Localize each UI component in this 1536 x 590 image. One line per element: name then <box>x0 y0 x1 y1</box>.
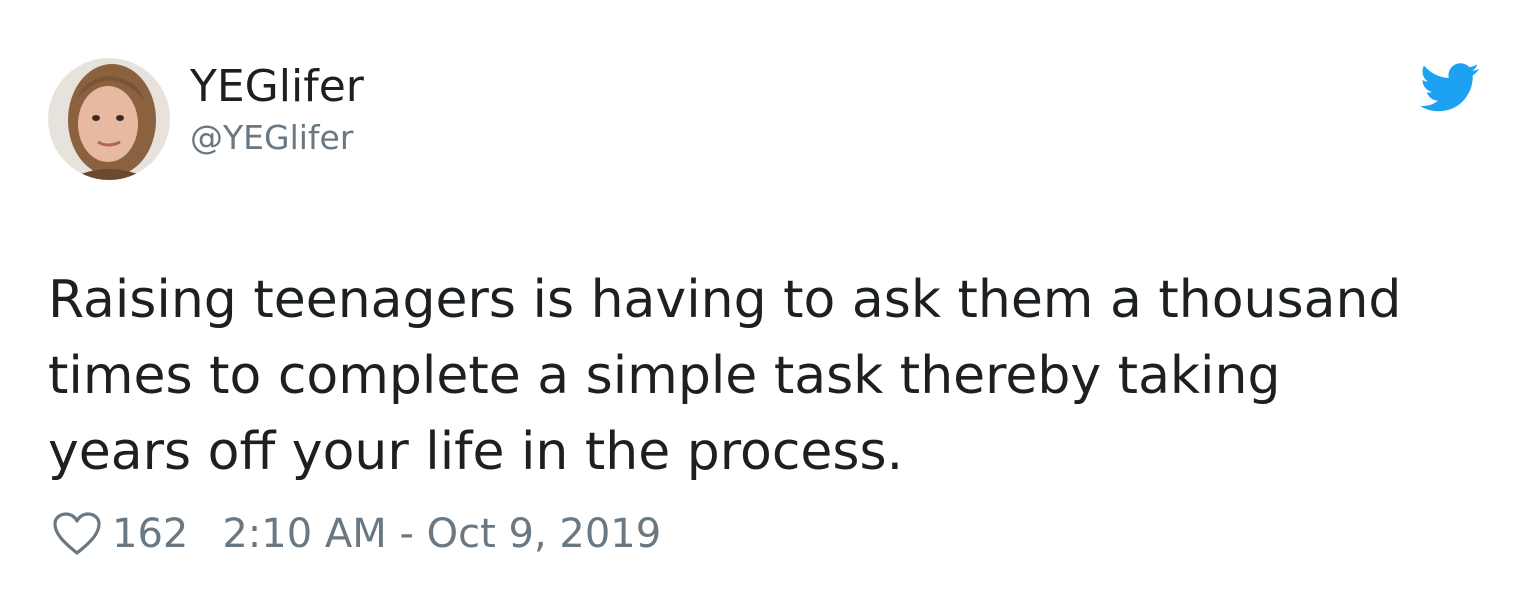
tweet-footer: 162 2:10 AM - Oct 9, 2019 <box>52 506 661 562</box>
heart-icon[interactable] <box>52 511 102 557</box>
twitter-bird-icon[interactable] <box>1420 62 1480 114</box>
tweet-text-line: Raising teenagers is having to ask them … <box>48 270 1402 330</box>
author-display-name[interactable]: YEGlifer <box>190 60 364 114</box>
like-count[interactable]: 162 <box>112 511 188 557</box>
author-handle[interactable]: @YEGlifer <box>190 118 353 158</box>
avatar[interactable] <box>48 58 170 180</box>
tweet-text-line: years off your life in the process. <box>48 422 904 482</box>
tweet-timestamp[interactable]: 2:10 AM - Oct 9, 2019 <box>222 511 661 557</box>
tweet-text: Raising teenagers is having to ask them … <box>48 262 1488 490</box>
tweet-text-line: times to complete a simple task thereby … <box>48 346 1281 406</box>
avatar-photo-icon <box>48 58 170 180</box>
tweet-card: YEGlifer @YEGlifer Raising teenagers is … <box>0 0 1536 590</box>
